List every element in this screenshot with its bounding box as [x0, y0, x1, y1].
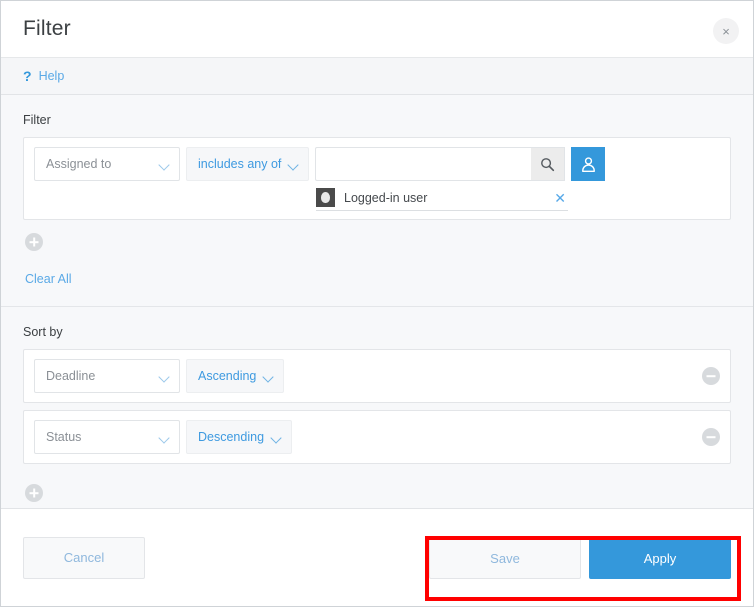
chevron-down-icon: [263, 371, 274, 382]
filter-operator-value: includes any of: [198, 157, 282, 171]
filter-field-select[interactable]: Assigned to: [34, 147, 180, 181]
sort-direction-value: Descending: [198, 430, 265, 444]
avatar: [316, 188, 335, 207]
close-icon[interactable]: ×: [713, 18, 739, 44]
sort-section-label: Sort by: [23, 325, 63, 339]
filter-field-value: Assigned to: [46, 157, 112, 171]
search-input[interactable]: [315, 147, 532, 181]
filter-operator-select[interactable]: includes any of: [186, 147, 310, 181]
selected-users-list: Logged-in user ✕: [34, 188, 720, 211]
cancel-button[interactable]: Cancel: [23, 536, 145, 579]
dialog-header: Filter ×: [1, 1, 753, 57]
sort-row: Deadline Ascending: [23, 349, 731, 403]
remove-chip-icon[interactable]: ✕: [554, 191, 568, 205]
close-icon-glyph: ×: [722, 23, 730, 39]
sort-field-value: Deadline: [46, 369, 96, 383]
sort-direction-select[interactable]: Ascending: [186, 359, 285, 393]
filter-section-label: Filter: [23, 113, 51, 127]
chevron-down-icon: [159, 159, 170, 170]
chevron-down-icon: [159, 432, 170, 443]
question-mark-icon: ?: [23, 68, 32, 84]
filter-search-group: [315, 147, 606, 181]
user-picker-icon[interactable]: [571, 147, 606, 181]
sort-field-select[interactable]: Status: [34, 420, 180, 454]
chevron-down-icon: [288, 159, 299, 170]
filter-add-row: [23, 220, 731, 256]
page-title: Filter: [23, 17, 71, 40]
person-icon-glyph: [581, 156, 595, 172]
footer-primary-actions: Save Apply: [429, 537, 731, 579]
sort-direction-value: Ascending: [198, 369, 257, 383]
sort-field-value: Status: [46, 430, 82, 444]
dialog-body: Filter Assigned to includes any of Logge…: [1, 95, 753, 508]
list-item[interactable]: Logged-in user ✕: [316, 188, 568, 211]
sort-field-select[interactable]: Deadline: [34, 359, 180, 393]
help-bar: ? Help: [1, 57, 753, 95]
sort-section: Sort by Deadline Ascending Status Descen…: [1, 307, 753, 507]
chevron-down-icon: [271, 432, 282, 443]
chevron-down-icon: [159, 371, 170, 382]
chip-label: Logged-in user: [344, 190, 428, 205]
add-filter-button[interactable]: [25, 233, 43, 251]
sort-direction-select[interactable]: Descending: [186, 420, 293, 454]
filter-dialog: Filter × ? Help Filter Assigned to inclu…: [0, 0, 754, 607]
apply-button[interactable]: Apply: [589, 537, 731, 579]
sort-row: Status Descending: [23, 410, 731, 464]
save-button[interactable]: Save: [429, 537, 581, 579]
clear-all-link[interactable]: Clear All: [25, 272, 72, 286]
search-icon[interactable]: [531, 147, 566, 181]
dialog-footer: Cancel Save Apply: [1, 508, 753, 606]
help-link[interactable]: Help: [39, 69, 65, 83]
filter-section: Filter Assigned to includes any of Logge…: [1, 95, 753, 288]
remove-sort-button[interactable]: [702, 428, 720, 446]
filter-row-controls: Assigned to includes any of: [34, 147, 720, 181]
add-sort-button[interactable]: [25, 484, 43, 502]
remove-sort-button[interactable]: [702, 367, 720, 385]
sort-add-row: [23, 471, 731, 507]
filter-row: Assigned to includes any of Logged-in us…: [23, 137, 731, 220]
search-icon-glyph: [541, 157, 555, 171]
